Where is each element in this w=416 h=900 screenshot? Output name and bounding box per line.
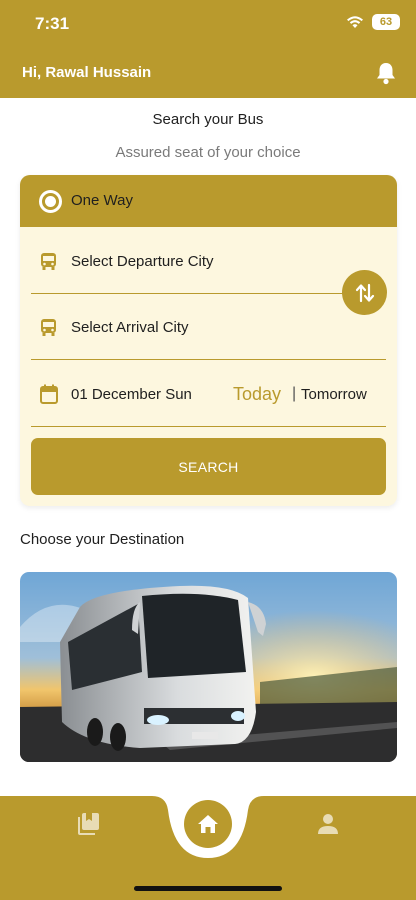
selected-date[interactable]: 01 December Sun bbox=[71, 386, 192, 403]
app-header: 7:31 63 Hi, Rawal Hussain bbox=[0, 0, 416, 98]
user-greeting: Hi, Rawal Hussain bbox=[22, 64, 152, 81]
wifi-icon bbox=[347, 16, 363, 28]
bell-icon[interactable] bbox=[375, 61, 397, 85]
destination-banner-image[interactable] bbox=[20, 572, 397, 762]
arrival-city-placeholder: Select Arrival City bbox=[71, 318, 189, 336]
destination-section-title: Choose your Destination bbox=[20, 531, 185, 548]
bookings-icon[interactable] bbox=[76, 812, 100, 836]
swap-vertical-icon bbox=[355, 283, 374, 302]
search-button[interactable]: SEARCH bbox=[31, 438, 386, 495]
status-icons: 63 bbox=[346, 14, 400, 30]
date-row: 01 December Sun Today | Tomorrow bbox=[20, 376, 397, 412]
one-way-label: One Way bbox=[71, 192, 133, 209]
search-subtitle: Assured seat of your choice bbox=[115, 144, 301, 161]
trip-type-selector[interactable]: One Way bbox=[20, 175, 397, 227]
radio-selected-icon[interactable] bbox=[39, 190, 62, 213]
divider bbox=[31, 426, 386, 427]
home-icon bbox=[198, 815, 218, 833]
bus-icon bbox=[41, 252, 56, 270]
divider bbox=[31, 293, 349, 294]
divider bbox=[31, 359, 386, 360]
calendar-icon[interactable] bbox=[40, 384, 58, 404]
bus-icon bbox=[41, 318, 56, 336]
departure-city-placeholder: Select Departure City bbox=[71, 252, 214, 270]
arrival-city-field[interactable]: Select Arrival City bbox=[20, 309, 397, 345]
departure-city-field[interactable]: Select Departure City bbox=[20, 243, 397, 279]
tomorrow-option[interactable]: Tomorrow bbox=[301, 386, 367, 403]
search-title: Search your Bus bbox=[152, 111, 264, 128]
date-option-separator: | bbox=[292, 385, 297, 402]
home-indicator bbox=[134, 886, 282, 891]
home-button[interactable] bbox=[184, 800, 232, 848]
status-time: 7:31 bbox=[35, 14, 70, 33]
today-option[interactable]: Today bbox=[233, 384, 281, 405]
search-card: One Way Select Departure City Select Arr bbox=[20, 175, 397, 506]
battery-indicator: 63 bbox=[372, 14, 400, 30]
profile-icon[interactable] bbox=[317, 813, 339, 835]
